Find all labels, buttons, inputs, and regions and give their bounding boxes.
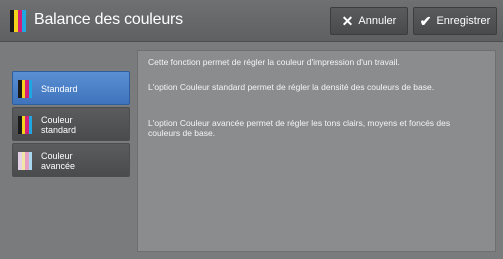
description-text-1: Cette fonction permet de régler la coule…	[148, 57, 400, 67]
menu-item-label: Standard	[41, 84, 78, 94]
menu-item-label-line2: standard	[41, 125, 77, 135]
advanced-color-swatch-icon	[18, 152, 32, 170]
menu-item-label: Couleur avancée	[41, 151, 75, 171]
standard-color-swatch-icon	[18, 116, 32, 134]
save-label: Enregistrer	[436, 15, 491, 27]
check-icon: ✔	[419, 13, 432, 29]
menu-item-standard[interactable]: Standard	[12, 71, 130, 105]
description-panel: Cette fonction permet de régler la coule…	[137, 50, 496, 252]
color-balance-screen: Balance des couleurs ✕ Annuler ✔ Enregis…	[0, 0, 503, 259]
menu-item-standard-color[interactable]: Couleur standard	[12, 107, 130, 141]
standard-swatch-icon	[18, 80, 32, 98]
page-title: Balance des couleurs	[34, 11, 183, 28]
menu-item-advanced-color[interactable]: Couleur avancée	[12, 143, 130, 177]
color-balance-icon	[10, 10, 26, 32]
description-text-3: L'option Couleur avancée permet de régle…	[148, 118, 451, 138]
cancel-label: Annuler	[358, 15, 397, 27]
save-button[interactable]: ✔ Enregistrer	[413, 7, 497, 35]
header-bar: Balance des couleurs ✕ Annuler ✔ Enregis…	[0, 0, 503, 42]
description-text-2: L'option Couleur standard permet de régl…	[148, 82, 435, 92]
cancel-button[interactable]: ✕ Annuler	[330, 7, 408, 35]
close-icon: ✕	[341, 13, 354, 29]
menu-item-label-line1: Couleur	[41, 115, 73, 125]
menu-item-label-line1: Couleur	[41, 151, 73, 161]
menu-item-label: Couleur standard	[41, 115, 76, 135]
menu-item-label-line2: avancée	[41, 161, 76, 171]
